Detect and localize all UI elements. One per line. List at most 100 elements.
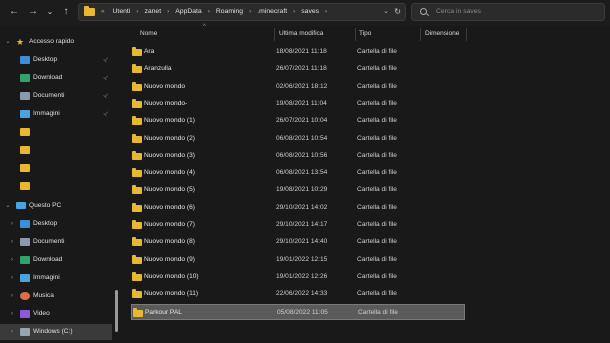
file-type: Cartella di file: [357, 290, 397, 298]
file-type: Cartella di file: [357, 151, 397, 159]
sidebar-item-video[interactable]: › Video: [0, 306, 112, 322]
breadcrumb-item[interactable]: Roaming: [216, 4, 243, 20]
file-row[interactable]: Nuovo mondo (9) 19/01/2022 12:15 Cartella …: [131, 252, 465, 268]
column-divider[interactable]: [466, 28, 467, 41]
file-name: Nuovo mondo (4): [144, 169, 195, 177]
up-arrow-icon[interactable]: ↑: [58, 4, 74, 20]
breadcrumb: « Utenti › zanet › AppData › Roaming › .minecraf…: [101, 4, 333, 20]
sidebar-item-windows-c[interactable]: › Windows (C:): [0, 324, 112, 340]
chevron-right-icon[interactable]: ›: [8, 270, 16, 286]
pin-icon[interactable]: ⊥: [98, 106, 113, 121]
breadcrumb-item[interactable]: AppData: [175, 4, 201, 20]
column-divider[interactable]: [274, 28, 275, 41]
forward-arrow-icon[interactable]: →: [25, 4, 41, 20]
file-row[interactable]: Aranzulla 26/07/2021 11:18 Cartella di fil…: [131, 61, 465, 77]
file-row[interactable]: Nuovo mondo (11) 22/06/2022 14:33 Cartella…: [131, 286, 465, 302]
sidebar-item-label: Documenti: [33, 238, 65, 245]
breadcrumb-separator-icon[interactable]: ›: [136, 4, 138, 20]
sidebar-item-this-pc[interactable]: ⌄ Questo PC: [0, 198, 112, 214]
folder-icon: [132, 47, 142, 56]
breadcrumb-separator-icon[interactable]: ›: [249, 4, 251, 20]
folder-icon: [132, 254, 142, 264]
breadcrumb-item[interactable]: saves: [301, 4, 319, 20]
pin-icon[interactable]: ⊥: [98, 52, 113, 67]
recent-locations-chevron-icon[interactable]: ⌄: [42, 4, 58, 20]
chevron-down-icon[interactable]: ⌄: [4, 34, 12, 50]
file-row[interactable]: Nuovo mondo (8) 29/10/2021 14:40 Cartella …: [131, 234, 465, 250]
refresh-icon[interactable]: ↻: [394, 4, 401, 20]
folder-icon: [132, 133, 142, 143]
file-modified: 29/10/2021 14:02: [276, 203, 328, 211]
sidebar-item-desktop[interactable]: › Desktop: [0, 216, 112, 232]
file-row[interactable]: Nuovo mondo (1) 26/07/2021 10:04 Cartella …: [131, 113, 465, 129]
breadcrumb-item[interactable]: Utenti: [113, 4, 131, 20]
column-divider[interactable]: [355, 28, 356, 41]
file-row[interactable]: Nuovo mondo 02/06/2021 18:12 Cartella di f…: [131, 79, 465, 95]
column-divider[interactable]: [420, 28, 421, 41]
chevron-right-icon[interactable]: ›: [8, 288, 16, 304]
file-type: Cartella di file: [357, 48, 397, 55]
sidebar-item-documenti[interactable]: › Documenti: [0, 234, 112, 250]
breadcrumb-item[interactable]: zanet: [144, 4, 161, 20]
breadcrumb-separator-icon[interactable]: ›: [167, 4, 169, 20]
column-header-type[interactable]: Tipo: [359, 26, 371, 42]
breadcrumb-separator-icon[interactable]: ›: [293, 4, 295, 20]
chevron-down-icon[interactable]: ⌄: [4, 198, 12, 214]
file-modified: 18/08/2021 11:18: [276, 48, 327, 55]
documents-icon: [20, 92, 30, 100]
address-dropdown-chevron-icon[interactable]: ⌄: [383, 4, 389, 20]
file-name: Nuovo mondo (2): [144, 134, 195, 142]
file-row[interactable]: Nuovo mondo (7) 29/10/2021 14:17 Cartella …: [131, 217, 465, 233]
breadcrumb-overflow-icon[interactable]: «: [101, 4, 105, 20]
breadcrumb-separator-icon[interactable]: ›: [325, 4, 327, 20]
file-row[interactable]: Nuovo mondo (4) 06/08/2021 13:54 Cartella …: [131, 165, 465, 181]
sidebar-scrollbar[interactable]: [115, 290, 118, 332]
file-name: Nuovo mondo (10): [144, 272, 199, 280]
chevron-right-icon[interactable]: ›: [8, 252, 16, 268]
back-arrow-icon[interactable]: ←: [6, 4, 22, 20]
sidebar-item-folder[interactable]: [0, 142, 112, 158]
sidebar-item-folder[interactable]: [0, 160, 112, 176]
breadcrumb-separator-icon[interactable]: ›: [208, 4, 210, 20]
file-row[interactable]: Nuovo mondo (10) 19/01/2022 12:26 Cartella…: [131, 269, 465, 285]
file-name: Ara: [144, 48, 155, 55]
chevron-right-icon[interactable]: ›: [8, 324, 16, 340]
search-box[interactable]: Cerca in saves: [411, 3, 605, 21]
file-modified: 06/08/2021 13:54: [276, 169, 328, 177]
sidebar-item-label: Accesso rapido: [29, 38, 75, 45]
chevron-right-icon[interactable]: ›: [8, 216, 16, 232]
file-row[interactable]: Nuovo mondo- 19/08/2021 11:04 Cartella di …: [131, 96, 465, 112]
sidebar-item-folder[interactable]: [0, 124, 112, 140]
file-name: Nuovo mondo (11): [144, 290, 199, 298]
pin-icon[interactable]: ⊥: [98, 70, 113, 85]
file-row[interactable]: Nuovo mondo (2) 06/08/2021 10:54 Cartella …: [131, 131, 465, 147]
video-icon: [20, 310, 30, 318]
pin-icon[interactable]: ⊥: [98, 88, 113, 103]
sidebar-item-musica[interactable]: › Musica: [0, 288, 112, 304]
file-row[interactable]: Ara 18/08/2021 11:18 Cartella di file: [131, 44, 465, 60]
file-modified: 06/08/2021 10:54: [276, 134, 328, 142]
column-header-name[interactable]: Nome: [140, 26, 157, 42]
chevron-right-icon[interactable]: ›: [8, 306, 16, 322]
file-row[interactable]: Parkour PAL 05/08/2022 11:05 Cartella di f…: [131, 303, 465, 320]
file-row[interactable]: Nuovo mondo (6) 29/10/2021 14:02 Cartella …: [131, 200, 465, 216]
sidebar-item-immagini[interactable]: Immagini ⊥: [0, 106, 112, 122]
sidebar-item-download[interactable]: › Download: [0, 252, 112, 268]
breadcrumb-item[interactable]: .minecraft: [257, 4, 287, 20]
file-row[interactable]: Nuovo mondo (3) 06/08/2021 10:56 Cartella …: [131, 148, 465, 164]
file-row[interactable]: Nuovo mondo (5) 19/08/2021 10:29 Cartella …: [131, 182, 465, 198]
sidebar-item-download[interactable]: Download ⊥: [0, 70, 112, 86]
column-header-modified[interactable]: Ultima modifica: [279, 26, 323, 42]
sidebar-item-desktop[interactable]: Desktop ⊥: [0, 52, 112, 68]
column-header-size[interactable]: Dimensione: [425, 26, 459, 42]
chevron-right-icon[interactable]: ›: [8, 234, 16, 250]
documents-icon: [20, 238, 30, 246]
search-placeholder[interactable]: Cerca in saves: [436, 4, 481, 20]
sidebar-item-quick-access[interactable]: ⌄ ★ Accesso rapido: [0, 34, 112, 50]
sidebar-item-folder[interactable]: [0, 178, 112, 194]
sidebar-item-immagini[interactable]: › Immagini: [0, 270, 112, 286]
address-bar[interactable]: « Utenti › zanet › AppData › Roaming › .minecraf…: [78, 3, 406, 21]
file-modified: 19/08/2021 10:29: [276, 186, 328, 194]
file-name: Nuovo mondo-: [144, 99, 188, 107]
sidebar-item-documenti[interactable]: Documenti ⊥: [0, 88, 112, 104]
